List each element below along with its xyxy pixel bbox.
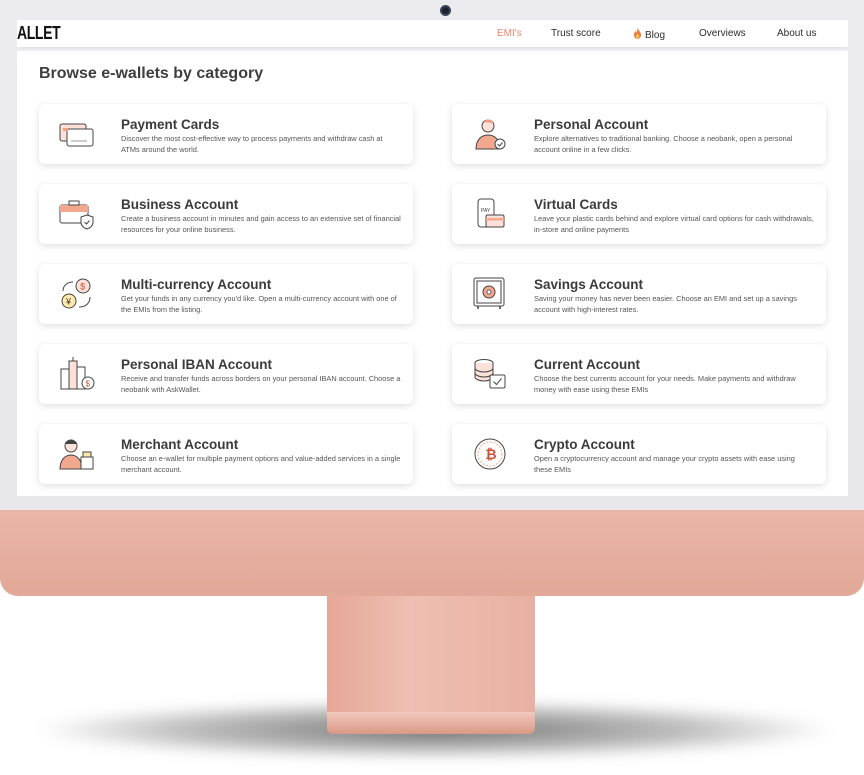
merchant-icon bbox=[59, 439, 94, 470]
category-card-merchant-account[interactable]: Merchant Account Choose an e-wallet for … bbox=[39, 424, 413, 484]
category-card-personal-iban-account[interactable]: $ Personal IBAN Account Receive and tran… bbox=[39, 344, 413, 404]
card-description: Discover the most cost-effective way to … bbox=[121, 134, 383, 154]
screen: ALLET EMI's Trust score Blog Overviews A… bbox=[17, 20, 848, 496]
stand-neck bbox=[327, 596, 535, 720]
svg-text:$: $ bbox=[80, 282, 85, 292]
card-description: Get your funds in any currency you'd lik… bbox=[121, 294, 397, 314]
card-title: Current Account bbox=[534, 357, 641, 372]
page-title: Browse e-wallets by category bbox=[39, 65, 264, 82]
card-description: Choose the best currents account for you… bbox=[534, 374, 796, 394]
card-description: Leave your plastic cards behind and expl… bbox=[534, 214, 814, 234]
currency-exchange-icon: $ ¥ bbox=[61, 278, 91, 309]
briefcase-shield-icon bbox=[59, 200, 94, 230]
brand-logo[interactable]: ALLET bbox=[17, 23, 61, 44]
nav-item-blog[interactable]: Blog bbox=[633, 28, 665, 41]
monitor-frame: ALLET EMI's Trust score Blog Overviews A… bbox=[0, 0, 864, 596]
svg-text:¥: ¥ bbox=[65, 297, 72, 307]
card-description: Explore alternatives to traditional bank… bbox=[534, 134, 793, 154]
phone-pay-icon: PAY bbox=[477, 198, 505, 228]
credit-cards-icon bbox=[59, 123, 94, 147]
nav-item-blog-label: Blog bbox=[645, 30, 666, 41]
nav-item-about-us[interactable]: About us bbox=[777, 28, 816, 39]
card-title: Personal Account bbox=[534, 117, 649, 132]
card-title: Virtual Cards bbox=[534, 197, 618, 212]
top-navbar: ALLET EMI's Trust score Blog Overviews A… bbox=[17, 20, 848, 47]
safe-icon bbox=[473, 277, 505, 309]
card-title: Business Account bbox=[121, 197, 239, 212]
svg-text:PAY: PAY bbox=[481, 208, 491, 214]
card-description: Saving your money has never been easier.… bbox=[534, 294, 797, 314]
card-title: Savings Account bbox=[534, 277, 644, 292]
category-card-business-account[interactable]: Business Account Create a business accou… bbox=[39, 184, 413, 244]
svg-text:₿: ₿ bbox=[485, 446, 496, 462]
card-title: Crypto Account bbox=[534, 437, 635, 452]
category-card-crypto-account[interactable]: ₿ Crypto Account Open a cryptocurrency a… bbox=[452, 424, 826, 484]
card-title: Merchant Account bbox=[121, 437, 239, 452]
camera-icon bbox=[440, 5, 451, 16]
card-description: Receive and transfer funds across border… bbox=[121, 374, 401, 394]
coins-check-icon bbox=[474, 359, 506, 389]
card-description: Choose an e-wallet for multiple payment … bbox=[121, 454, 401, 474]
nav-item-emis[interactable]: EMI's bbox=[497, 28, 522, 39]
category-card-multi-currency-account[interactable]: $ ¥ Multi-currency Account Get your fund… bbox=[39, 264, 413, 324]
main-content: Browse e-wallets by category Payment Car… bbox=[17, 51, 848, 496]
stand-base bbox=[327, 712, 535, 734]
category-card-personal-account[interactable]: Personal Account Explore alternatives to… bbox=[452, 104, 826, 164]
fire-icon bbox=[633, 28, 642, 39]
card-description: Create a business account in minutes and… bbox=[121, 214, 401, 234]
card-title: Personal IBAN Account bbox=[121, 357, 273, 372]
card-description: Open a cryptocurrency account and manage… bbox=[534, 454, 795, 474]
category-card-virtual-cards[interactable]: PAY Virtual Cards Leave your plastic car… bbox=[452, 184, 826, 244]
bitcoin-icon: ₿ bbox=[474, 438, 506, 470]
city-dollar-icon: $ bbox=[60, 357, 95, 390]
svg-text:$: $ bbox=[86, 380, 91, 389]
category-card-current-account[interactable]: Current Account Choose the best currents… bbox=[452, 344, 826, 404]
category-card-savings-account[interactable]: Savings Account Saving your money has ne… bbox=[452, 264, 826, 324]
person-verified-icon bbox=[475, 119, 506, 150]
monitor-chin bbox=[0, 510, 864, 596]
nav-item-overviews[interactable]: Overviews bbox=[699, 28, 746, 39]
card-title: Multi-currency Account bbox=[121, 277, 272, 292]
category-card-payment-cards[interactable]: Payment Cards Discover the most cost-eff… bbox=[39, 104, 413, 164]
card-title: Payment Cards bbox=[121, 117, 220, 132]
nav-item-trust-score[interactable]: Trust score bbox=[551, 28, 601, 39]
